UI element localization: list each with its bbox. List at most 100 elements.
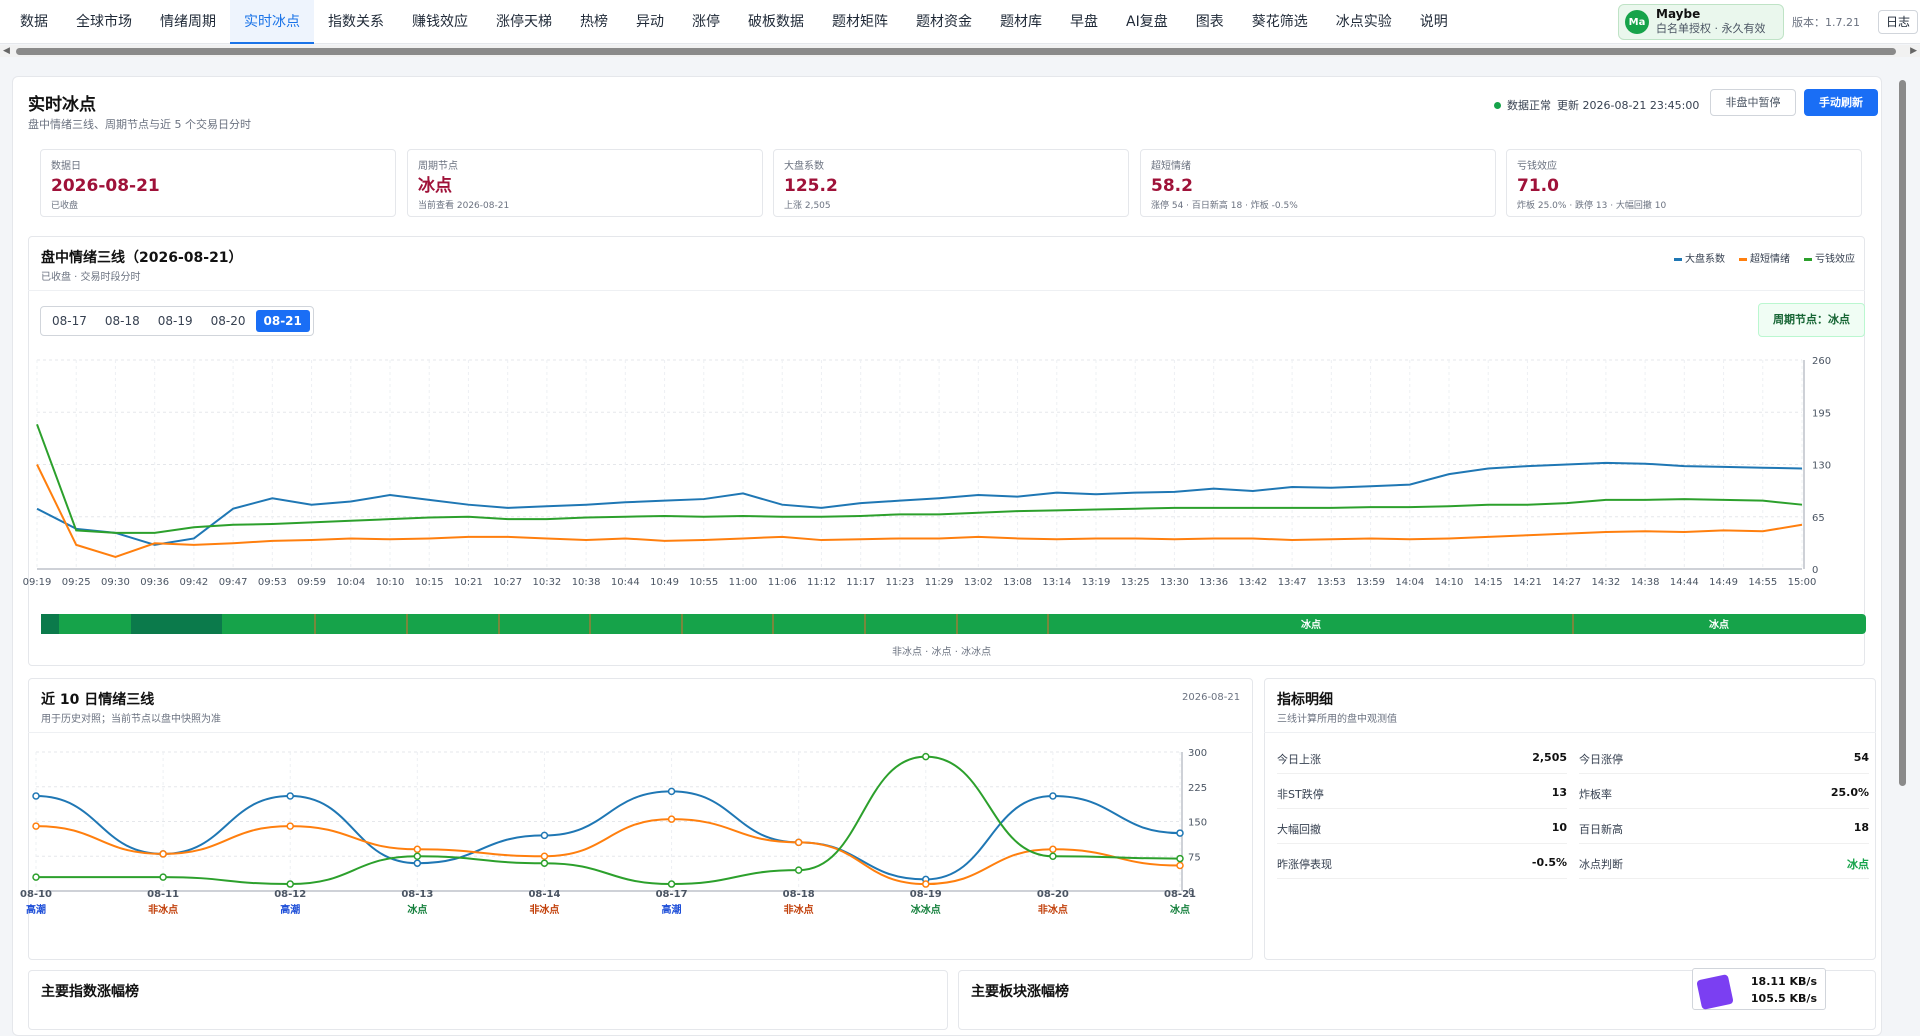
intraday-card	[28, 236, 1865, 666]
stat-value: 冰点	[418, 177, 752, 195]
nav-tab-17[interactable]: 葵花筛选	[1238, 0, 1322, 44]
day-button[interactable]: 08-18	[97, 310, 148, 332]
index-ranking-card	[28, 970, 948, 1030]
metric-row: 今日上涨2,505	[1277, 740, 1567, 774]
nav-tab-4[interactable]: 指数关系	[314, 0, 398, 44]
divider	[28, 732, 1253, 733]
top-navigation: 数据全球市场情绪周期实时冰点指数关系赚钱效应涨停天梯热榜异动涨停破板数据题材矩阵…	[0, 0, 1920, 44]
nav-tab-10[interactable]: 破板数据	[734, 0, 818, 44]
pause-button[interactable]: 非盘中暂停	[1710, 89, 1796, 116]
metric-row: 昨涨停表现 -0.5%	[1277, 845, 1567, 879]
metric-value: 13	[1552, 786, 1567, 799]
legend-market: 大盘系数	[1674, 250, 1725, 265]
nav-tab-1[interactable]: 全球市场	[62, 0, 146, 44]
nav-tabs: 数据全球市场情绪周期实时冰点指数关系赚钱效应涨停天梯热榜异动涨停破板数据题材矩阵…	[0, 0, 1462, 44]
avatar: Ma	[1625, 10, 1649, 34]
scroll-left-icon[interactable]: ◀	[3, 46, 10, 56]
nav-tab-0[interactable]: 数据	[6, 0, 62, 44]
download-speed: 105.5 KB/s	[1751, 992, 1817, 1005]
history-date: 2026-08-21	[1182, 692, 1240, 703]
intraday-legend: 大盘系数 超短情绪 亏钱效应	[1674, 250, 1855, 265]
metric-value: 25.0%	[1831, 786, 1869, 799]
index-ranking-title: 主要指数涨幅榜	[41, 981, 139, 1001]
data-status: 数据正常 更新 2026-08-21 23:45:00	[1494, 97, 1699, 113]
metric-label: 今日涨停	[1579, 751, 1623, 767]
stat-card-date: 数据日 2026-08-21 已收盘	[40, 149, 396, 217]
refresh-button[interactable]: 手动刷新	[1804, 89, 1878, 116]
stat-note: 当前查看 2026-08-21	[418, 198, 752, 211]
nav-tab-12[interactable]: 题材资金	[902, 0, 986, 44]
nav-tab-9[interactable]: 涨停	[678, 0, 734, 44]
stat-note: 已收盘	[51, 198, 385, 211]
metric-row: 今日涨停 54	[1579, 740, 1869, 774]
divider	[1264, 732, 1876, 733]
metric-label: 非ST跌停	[1277, 786, 1324, 802]
metric-label: 炸板率	[1579, 786, 1612, 802]
nav-tab-5[interactable]: 赚钱效应	[398, 0, 482, 44]
network-speed-widget[interactable]: 18.11 KB/s 105.5 KB/s	[1692, 968, 1826, 1010]
log-button[interactable]: 日志	[1878, 10, 1918, 34]
user-badge[interactable]: Ma Maybe 白名单授权 · 永久有效	[1618, 4, 1784, 40]
metrics-subtitle: 三线计算所用的盘中观测值	[1277, 710, 1397, 725]
metric-row: 炸板率 25.0%	[1579, 775, 1869, 809]
stat-label: 大盘系数	[784, 157, 1118, 172]
nav-tab-16[interactable]: 图表	[1182, 0, 1238, 44]
version-label: 版本：1.7.21	[1792, 14, 1860, 30]
stat-card-phase: 周期节点 冰点 当前查看 2026-08-21	[407, 149, 763, 217]
stat-label: 周期节点	[418, 157, 752, 172]
network-monitor-icon	[1696, 974, 1734, 1010]
nav-tab-3[interactable]: 实时冰点	[230, 0, 314, 44]
day-button[interactable]: 08-21	[256, 310, 310, 332]
page-subtitle: 盘中情绪三线、周期节点与近 5 个交易日分时	[28, 116, 251, 132]
status-text: 数据正常	[1507, 97, 1551, 113]
horizontal-scrollbar[interactable]: ◀ ▶	[0, 45, 1920, 57]
metric-label: 冰点判断	[1579, 856, 1623, 872]
stat-label: 亏钱效应	[1517, 157, 1851, 172]
history-title: 近 10 日情绪三线	[41, 689, 154, 709]
day-button[interactable]: 08-17	[44, 310, 95, 332]
stat-value: 2026-08-21	[51, 177, 385, 195]
metric-label: 昨涨停表现	[1277, 856, 1332, 872]
vertical-scroll-thumb[interactable]	[1899, 80, 1906, 786]
metric-row: 非ST跌停 13	[1277, 775, 1567, 809]
horizontal-scroll-thumb[interactable]	[16, 48, 1896, 55]
user-name: Maybe	[1656, 7, 1766, 21]
nav-tab-14[interactable]: 早盘	[1056, 0, 1112, 44]
stat-note: 涨停 54 · 百日新高 18 · 炸板 -0.5%	[1151, 198, 1485, 211]
stat-value: 125.2	[784, 177, 1118, 195]
metric-label: 百日新高	[1579, 821, 1623, 837]
metric-value: -0.5%	[1532, 856, 1567, 869]
scroll-right-icon[interactable]: ▶	[1910, 46, 1917, 56]
status-dot-icon	[1494, 102, 1501, 109]
stat-label: 超短情绪	[1151, 157, 1485, 172]
nav-tab-6[interactable]: 涨停天梯	[482, 0, 566, 44]
sector-ranking-title: 主要板块涨幅榜	[971, 981, 1069, 1001]
stat-value: 71.0	[1517, 177, 1851, 195]
nav-tab-2[interactable]: 情绪周期	[146, 0, 230, 44]
history-subtitle: 用于历史对照；当前节点以盘中快照为准	[41, 710, 221, 725]
nav-tab-8[interactable]: 异动	[622, 0, 678, 44]
metric-value: 54	[1854, 751, 1869, 764]
nav-tab-19[interactable]: 说明	[1406, 0, 1462, 44]
nav-tab-7[interactable]: 热榜	[566, 0, 622, 44]
metric-row: 冰点判断冰点	[1579, 845, 1869, 879]
intraday-title: 盘中情绪三线（2026-08-21）	[41, 247, 243, 267]
nav-tab-13[interactable]: 题材库	[986, 0, 1056, 44]
metric-value: 2,505	[1532, 751, 1567, 764]
metric-value: 18	[1854, 821, 1869, 834]
stat-card-sentiment: 超短情绪 58.2 涨停 54 · 百日新高 18 · 炸板 -0.5%	[1140, 149, 1496, 217]
day-button[interactable]: 08-19	[150, 310, 201, 332]
update-time: 更新 2026-08-21 23:45:00	[1557, 97, 1699, 113]
phase-badge: 周期节点：冰点	[1758, 303, 1865, 337]
nav-tab-18[interactable]: 冰点实验	[1322, 0, 1406, 44]
intraday-subtitle: 已收盘 · 交易时段分时	[41, 268, 141, 283]
metric-row: 大幅回撤10	[1277, 810, 1567, 844]
stat-label: 数据日	[51, 157, 385, 172]
upload-speed: 18.11 KB/s	[1751, 975, 1817, 988]
vertical-scrollbar[interactable]	[1896, 60, 1908, 1017]
nav-tab-15[interactable]: AI复盘	[1112, 0, 1182, 44]
stat-value: 58.2	[1151, 177, 1485, 195]
nav-tab-11[interactable]: 题材矩阵	[818, 0, 902, 44]
legend-sentiment: 超短情绪	[1739, 250, 1790, 265]
day-button[interactable]: 08-20	[203, 310, 254, 332]
